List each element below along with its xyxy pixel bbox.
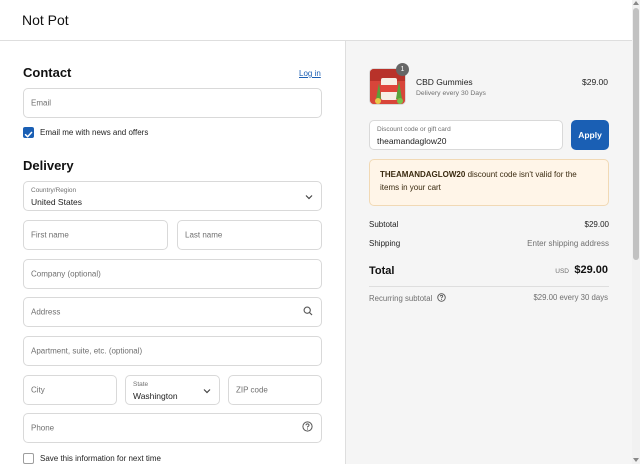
state-select[interactable]: State Washington: [125, 375, 220, 405]
phone-placeholder: Phone: [31, 423, 55, 433]
page-header: Not Pot: [0, 0, 632, 41]
apartment-placeholder: Apartment, suite, etc. (optional): [31, 346, 143, 356]
last-name-placeholder: Last name: [185, 230, 223, 240]
alert-code: THEAMANDAGLOW20: [380, 170, 466, 179]
chevron-down-icon: [203, 381, 211, 399]
store-logo[interactable]: Not Pot: [22, 12, 69, 28]
zip-field[interactable]: ZIP code: [228, 375, 322, 405]
subtotal-label: Subtotal: [369, 220, 399, 229]
scrollbar-thumb[interactable]: [633, 8, 639, 260]
recurring-value: $29.00 every 30 days: [533, 293, 608, 302]
help-icon[interactable]: [437, 293, 447, 302]
city-placeholder: City: [31, 385, 45, 395]
checkout-form: Contact Log in Email Email me with news …: [0, 41, 345, 464]
state-value: Washington: [133, 391, 178, 401]
apartment-field[interactable]: Apartment, suite, etc. (optional): [23, 336, 322, 366]
newsletter-label: Email me with news and offers: [40, 128, 149, 137]
first-name-placeholder: First name: [31, 230, 69, 240]
delivery-title: Delivery: [23, 158, 74, 173]
search-icon: [303, 303, 313, 321]
country-value: United States: [31, 197, 83, 207]
product-name: CBD Gummies: [416, 77, 473, 87]
shipping-label: Shipping: [369, 239, 401, 248]
last-name-field[interactable]: Last name: [177, 220, 322, 250]
product-price: $29.00: [582, 77, 608, 87]
company-placeholder: Company (optional): [31, 269, 101, 279]
country-select[interactable]: Country/Region United States: [23, 181, 322, 211]
scroll-down-arrow-icon[interactable]: [633, 458, 639, 462]
first-name-field[interactable]: First name: [23, 220, 168, 250]
subtotal-value: $29.00: [584, 220, 609, 229]
email-placeholder: Email: [31, 98, 52, 108]
apply-button[interactable]: Apply: [571, 120, 609, 150]
city-field[interactable]: City: [23, 375, 117, 405]
company-field[interactable]: Company (optional): [23, 259, 322, 289]
total-value: $29.00: [574, 264, 608, 276]
contact-title: Contact: [23, 65, 72, 80]
page-scrollbar[interactable]: [632, 0, 640, 464]
phone-field[interactable]: Phone: [23, 413, 322, 443]
email-field[interactable]: Email: [23, 88, 322, 118]
state-label: State: [133, 381, 149, 388]
total-label: Total: [369, 265, 395, 277]
subtotal-row: Subtotal $29.00: [369, 220, 609, 229]
help-icon[interactable]: [302, 419, 313, 437]
order-summary: 1 CBD Gummies Delivery every 30 Days $29…: [345, 41, 632, 464]
address-placeholder: Address: [31, 307, 61, 317]
save-info-checkbox[interactable]: [23, 453, 34, 464]
discount-label: Discount code or gift card: [377, 126, 451, 133]
check-icon: [24, 131, 33, 138]
shipping-row: Shipping Enter shipping address: [369, 239, 609, 248]
recurring-subtotal-row: Recurring subtotal: [369, 293, 447, 303]
login-link[interactable]: Log in: [299, 69, 321, 78]
scroll-up-arrow-icon[interactable]: [633, 1, 639, 5]
total-currency: USD: [555, 268, 569, 275]
country-label: Country/Region: [31, 187, 77, 194]
chevron-down-icon: [305, 187, 313, 205]
shipping-value: Enter shipping address: [527, 239, 609, 248]
save-info-label: Save this information for next time: [40, 454, 161, 463]
newsletter-checkbox[interactable]: [23, 127, 34, 138]
quantity-badge: 1: [396, 63, 409, 76]
discount-input[interactable]: Discount code or gift card theamandaglow…: [369, 120, 563, 150]
zip-placeholder: ZIP code: [236, 385, 268, 395]
discount-value: theamandaglow20: [377, 136, 447, 146]
product-subtitle: Delivery every 30 Days: [416, 90, 486, 97]
summary-divider: [369, 286, 609, 287]
recurring-label: Recurring subtotal: [369, 294, 433, 303]
address-field[interactable]: Address: [23, 297, 322, 327]
discount-error-alert: THEAMANDAGLOW20 discount code isn't vali…: [369, 159, 609, 206]
